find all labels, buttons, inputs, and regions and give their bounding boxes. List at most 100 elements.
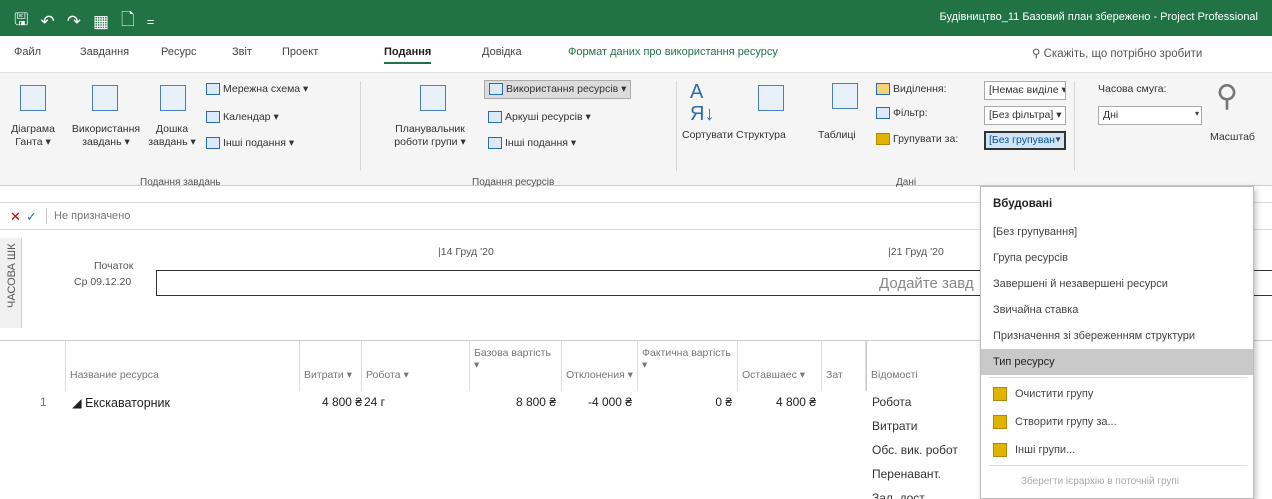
more-groups-label: Інші групи... [1015, 444, 1076, 456]
calendar-icon [206, 111, 220, 124]
cell-work[interactable]: 24 г [364, 395, 385, 409]
network-diagram-button[interactable]: Мережна схема ▾ [206, 83, 308, 96]
menu-item-assignments-keep-outline[interactable]: Призначення зі збереженням структури [981, 323, 1253, 349]
timeline-date-2: |21 Груд '20 [888, 246, 944, 258]
task-board-button[interactable]: Дошка завдань ▾ [144, 123, 200, 149]
new-group-label: Створити групу за... [1015, 416, 1117, 428]
zoom-button[interactable]: Масштаб [1210, 131, 1255, 144]
save-icon[interactable]: 🖫 [14, 7, 28, 36]
ribbon-tabs: Файл Завдання Ресурс Звіт Проект Подання… [0, 36, 1272, 72]
menu-item-clear-group[interactable]: Очистити групу [981, 381, 1253, 407]
column-header-variance[interactable]: Отклонения ▾ [562, 341, 638, 391]
cancel-entry-icon[interactable]: ✕ [10, 209, 21, 225]
column-header-remaining[interactable]: Оставшаес ▾ [738, 341, 822, 391]
groupby-value: [Без групуван [989, 134, 1055, 146]
entry-input[interactable]: Не призначено [54, 210, 130, 222]
menu-separator [989, 377, 1247, 378]
tab-report[interactable]: Звіт [232, 46, 252, 58]
cell-variance[interactable]: -4 000 ₴ [562, 395, 632, 409]
tab-format[interactable]: Формат даних про використання ресурсу [568, 46, 778, 58]
filter-select[interactable]: [Без фільтра] ▾ [984, 106, 1066, 125]
board-label-2: завдань ▾ [148, 136, 196, 148]
resource-usage-button[interactable]: Використання ресурсів ▾ [484, 80, 632, 99]
timescale-value: Дні [1103, 109, 1119, 121]
other-task-views-button[interactable]: Інші подання ▾ [206, 137, 294, 150]
resource-sheet-button[interactable]: Аркуші ресурсів ▾ [488, 111, 591, 124]
res-sheet-label: Аркуші ресурсів ▾ [505, 111, 591, 123]
timeline-side-text: ЧАСОВА ШК [6, 243, 18, 308]
tables-button[interactable]: Таблиці [818, 129, 856, 142]
column-header-work[interactable]: Робота ▾ [362, 341, 470, 391]
undo-icon[interactable]: ↶ [40, 12, 54, 32]
new-group-icon [993, 415, 1007, 430]
other-res-views-icon [488, 137, 502, 150]
cell-cost[interactable]: 4 800 ₴ [310, 395, 362, 409]
resource-usage-icon [489, 83, 503, 96]
menu-item-standard-rate[interactable]: Звичайна ставка [981, 297, 1253, 323]
task-usage-button[interactable]: Використання завдань ▾ [68, 123, 144, 149]
tab-resource[interactable]: Ресурс [161, 46, 196, 58]
menu-item-resource-group[interactable]: Група ресурсів [981, 245, 1253, 271]
menu-item-keep-hierarchy: Зберегти ієрархію в поточній групі [1021, 476, 1180, 487]
sort-button[interactable]: Сортувати [682, 129, 733, 142]
calendar-label: Календар ▾ [223, 111, 279, 123]
table-row-name[interactable]: ◢ Екскаваторник [72, 395, 170, 410]
tab-view[interactable]: Подання [384, 46, 432, 64]
board-label: Дошка [155, 123, 189, 135]
usage-label-2: завдань ▾ [82, 136, 130, 148]
outline-button[interactable]: Структура [736, 129, 786, 142]
group-by-dropdown-menu: Вбудовані [Без групування] Група ресурсі… [980, 186, 1254, 499]
highlight-select[interactable]: [Немає виділе ▾ [984, 81, 1066, 100]
usage-label: Використання [71, 123, 141, 135]
team-planner-button[interactable]: Планувальник роботи групи ▾ [382, 123, 478, 149]
tab-task[interactable]: Завдання [80, 46, 129, 58]
group-resource-views-label: Подання ресурсів [472, 177, 555, 188]
planner-label-2: роботи групи ▾ [394, 136, 466, 148]
res-usage-label: Використання ресурсів ▾ [506, 83, 627, 95]
chevron-down-icon[interactable]: ▼ [1054, 135, 1062, 144]
other-resource-views-button[interactable]: Інші подання ▾ [488, 137, 576, 150]
gantt-chart-button[interactable]: Діаграма Ганта ▾ [0, 123, 66, 149]
cell-actual-cost[interactable]: 0 ₴ [638, 395, 732, 409]
tab-project[interactable]: Проект [282, 46, 318, 58]
column-header-more[interactable]: Зат [822, 341, 866, 391]
highlight-text: Виділення: [893, 83, 947, 95]
cell-remaining[interactable]: 4 800 ₴ [738, 395, 816, 409]
tables-icon [832, 83, 858, 109]
highlight-icon [876, 83, 890, 96]
group-by-select[interactable]: [Без групуван ▼ [984, 131, 1066, 150]
group-data-label: Дані [896, 177, 917, 188]
confirm-entry-icon[interactable]: ✓ [26, 209, 37, 225]
chevron-down-icon: ▾ [1194, 109, 1199, 118]
menu-item-resource-type[interactable]: Тип ресурсу [981, 349, 1253, 375]
planner-label: Планувальник [395, 123, 465, 135]
menu-item-more-groups[interactable]: Інші групи... [981, 437, 1253, 463]
customize-qat-icon[interactable]: = [147, 14, 155, 29]
detail-remaining-availability: Зал. дост. [872, 491, 927, 499]
group-by-label: Групувати за: [876, 133, 958, 146]
tell-me-search[interactable]: ⚲ Скажіть, що потрібно зробити [1032, 46, 1202, 60]
column-header-cost[interactable]: Витрати ▾ [300, 341, 362, 391]
menu-item-new-group-by[interactable]: Створити групу за... [981, 409, 1253, 435]
menu-item-no-group[interactable]: [Без групування] [981, 219, 1253, 245]
column-header-name[interactable]: Название ресурса [66, 341, 300, 391]
task-board-icon [160, 85, 186, 111]
row-number-header [0, 341, 66, 391]
new-file-icon[interactable]: 🗋 [121, 7, 135, 36]
calendar-button[interactable]: Календар ▾ [206, 111, 279, 124]
cell-baseline-cost[interactable]: 8 800 ₴ [470, 395, 556, 409]
detail-work: Робота [872, 395, 912, 409]
tab-help[interactable]: Довідка [482, 46, 522, 58]
title-bar: 🖫 ↶ ↷ ▦ 🗋 = Будівництво_11 Базовий план … [0, 0, 1272, 36]
zoom-icon: ⚲ [1216, 80, 1238, 113]
redo-icon[interactable]: ↷ [67, 12, 81, 32]
timescale-label: Часова смуга: [1098, 83, 1167, 95]
ribbon-separator [360, 81, 361, 171]
more-groups-icon [993, 443, 1007, 458]
tab-file[interactable]: Файл [14, 46, 41, 58]
timescale-select[interactable]: Дні ▾ [1098, 106, 1202, 125]
table-icon[interactable]: ▦ [93, 12, 109, 32]
column-header-actual-cost[interactable]: Фактична вартість ▾ [638, 341, 738, 391]
menu-item-complete-incomplete[interactable]: Завершені й незавершені ресурси [981, 271, 1253, 297]
column-header-baseline-cost[interactable]: Базова вартість ▾ [470, 341, 562, 391]
